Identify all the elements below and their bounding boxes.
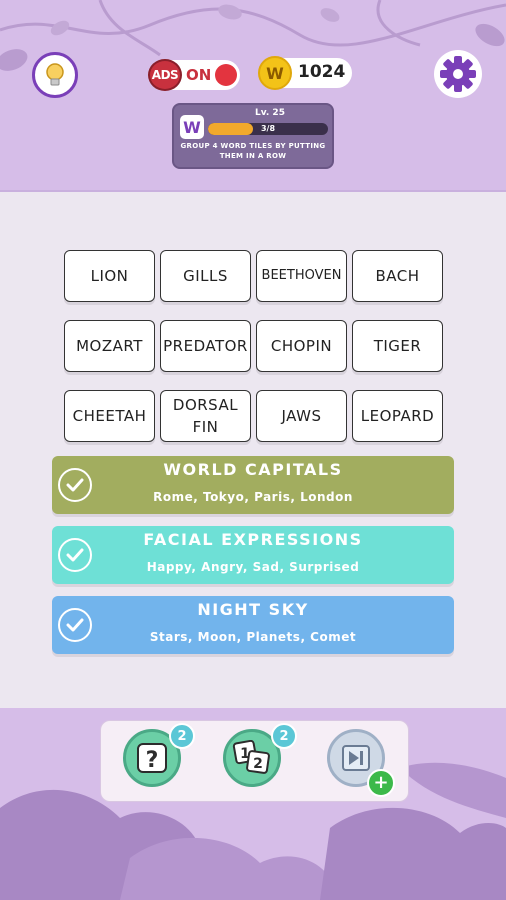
group-words: Rome, Tokyo, Paris, London — [153, 490, 353, 504]
word-tile[interactable]: BACH — [352, 250, 443, 302]
level-progress-text: 3/8 — [260, 124, 276, 133]
order-symbol-b: 2 — [253, 756, 263, 772]
footer: ? 2 1 2 2 + — [0, 708, 506, 900]
settings-button[interactable] — [434, 50, 482, 98]
coin-count: 1024 — [298, 62, 346, 82]
hint-count-badge: 2 — [169, 723, 195, 749]
group-words: Happy, Angry, Sad, Surprised — [146, 560, 360, 574]
group-words: Stars, Moon, Planets, Comet — [149, 630, 357, 644]
solved-group: WORLD CAPITALS Rome, Tokyo, Paris, Londo… — [52, 456, 454, 514]
coin-icon: W — [258, 56, 292, 90]
word-tile[interactable]: PREDATOR — [160, 320, 251, 372]
question-tile-icon: ? — [137, 743, 167, 773]
coin-balance[interactable]: W 1024 — [258, 56, 352, 90]
skip-icon — [342, 745, 370, 771]
ads-indicator — [215, 64, 237, 86]
order-count-badge: 2 — [271, 723, 297, 749]
hint-button[interactable] — [32, 52, 78, 98]
gear-icon — [440, 56, 476, 92]
solved-group: NIGHT SKY Stars, Moon, Planets, Comet — [52, 596, 454, 654]
ads-logo: ADS — [148, 59, 182, 91]
level-description: GROUP 4 WORD TILES BY PUTTING THEM IN A … — [180, 142, 326, 160]
level-card: W Lv. 25 3/8 GROUP 4 WORD TILES BY PUTTI… — [172, 103, 334, 169]
word-tile[interactable]: LEOPARD — [352, 390, 443, 442]
word-tile[interactable]: CHEETAH — [64, 390, 155, 442]
ads-state-label: ON — [186, 66, 212, 84]
group-title: WORLD CAPITALS — [163, 460, 343, 479]
powerup-toolbar: ? 2 1 2 2 + — [100, 720, 409, 802]
ads-toggle[interactable]: ADS ON — [148, 59, 240, 91]
word-tile[interactable]: BEETHOVEN — [256, 250, 347, 302]
word-tile[interactable]: CHOPIN — [256, 320, 347, 372]
group-title: FACIAL EXPRESSIONS — [143, 530, 363, 549]
word-tile[interactable]: JAWS — [256, 390, 347, 442]
group-title: NIGHT SKY — [197, 600, 309, 619]
word-tile[interactable]: DORSAL FIN — [160, 390, 251, 442]
header: ADS ON W 1024 W Lv. 25 3/8 GROUP 4 WORD … — [0, 0, 506, 192]
solved-group: FACIAL EXPRESSIONS Happy, Angry, Sad, Su… — [52, 526, 454, 584]
add-skip-icon[interactable]: + — [367, 769, 395, 797]
level-label: Lv. 25 — [255, 108, 285, 118]
word-tile[interactable]: MOZART — [64, 320, 155, 372]
game-board: LION GILLS BEETHOVEN BACH MOZART PREDATO… — [0, 192, 506, 707]
level-logo: W — [180, 115, 204, 139]
lightbulb-icon — [46, 63, 64, 86]
word-tile[interactable]: GILLS — [160, 250, 251, 302]
word-tile[interactable]: TIGER — [352, 320, 443, 372]
number-tiles-icon: 1 2 — [232, 740, 270, 774]
word-tile[interactable]: LION — [64, 250, 155, 302]
hint-symbol: ? — [146, 748, 159, 773]
